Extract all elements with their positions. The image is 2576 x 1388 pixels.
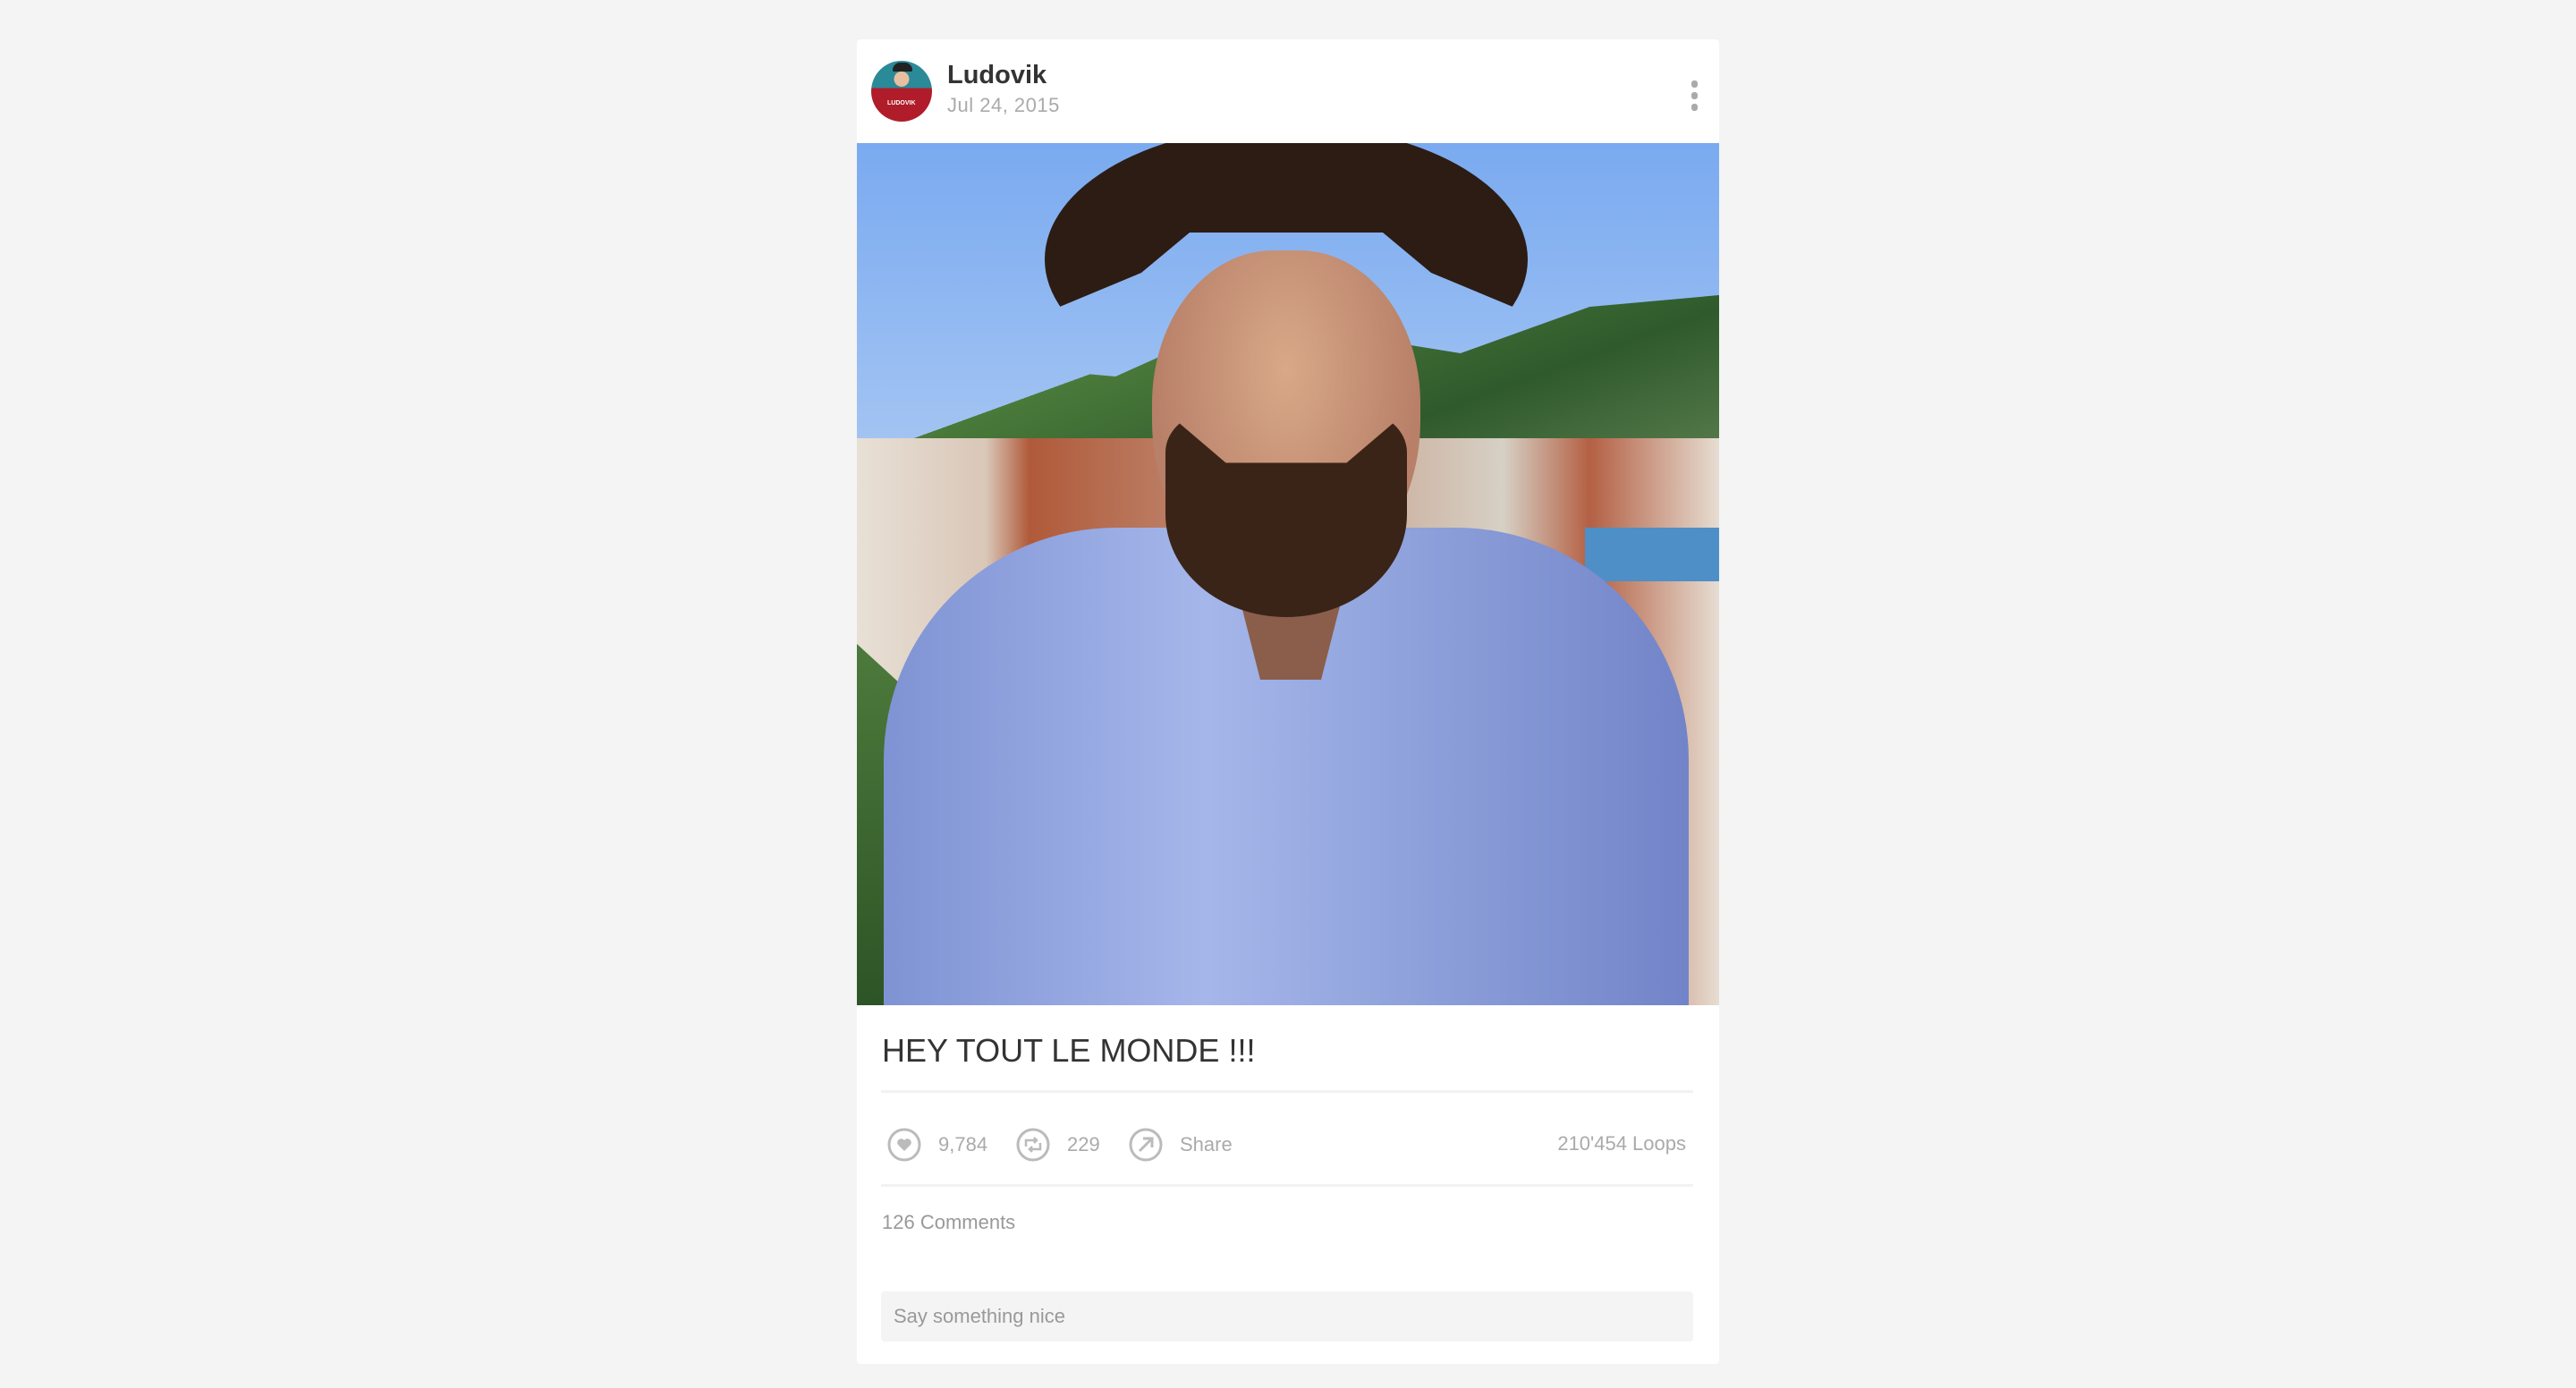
post-header: LUDOVIK Ludovik Jul 24, 2015	[857, 39, 1719, 143]
action-bar: 9,784 229 Share 210'454 Loops	[881, 1121, 1693, 1168]
comments-count[interactable]: 126 Comments	[882, 1211, 1015, 1234]
video-sea	[1585, 528, 1719, 581]
revine-count: 229	[1067, 1133, 1100, 1155]
divider	[881, 1184, 1693, 1187]
share-arrow-icon	[1129, 1128, 1163, 1162]
username[interactable]: Ludovik	[947, 61, 1046, 90]
heart-icon	[887, 1128, 921, 1162]
share-label: Share	[1180, 1133, 1233, 1155]
share-button[interactable]: Share	[1128, 1121, 1233, 1168]
like-button[interactable]: 9,784	[886, 1121, 987, 1168]
post-video[interactable]	[857, 143, 1719, 1005]
loop-count: 210'454 Loops	[1557, 1132, 1686, 1155]
like-count: 9,784	[938, 1133, 988, 1155]
avatar-cap	[893, 63, 912, 72]
more-vertical-icon[interactable]	[1689, 80, 1699, 116]
revine-button[interactable]: 229	[1015, 1121, 1100, 1168]
post-date: Jul 24, 2015	[947, 94, 1060, 116]
avatar-shirt-text: LUDOVIK	[887, 100, 916, 106]
divider	[881, 1090, 1693, 1093]
revine-icon	[1016, 1128, 1050, 1162]
post-caption: HEY TOUT LE MONDE !!!	[882, 1032, 1256, 1069]
post-card: LUDOVIK Ludovik Jul 24, 2015 HEY TOUT LE…	[857, 39, 1719, 1364]
comment-input[interactable]	[881, 1291, 1693, 1341]
avatar[interactable]: LUDOVIK	[871, 61, 932, 122]
